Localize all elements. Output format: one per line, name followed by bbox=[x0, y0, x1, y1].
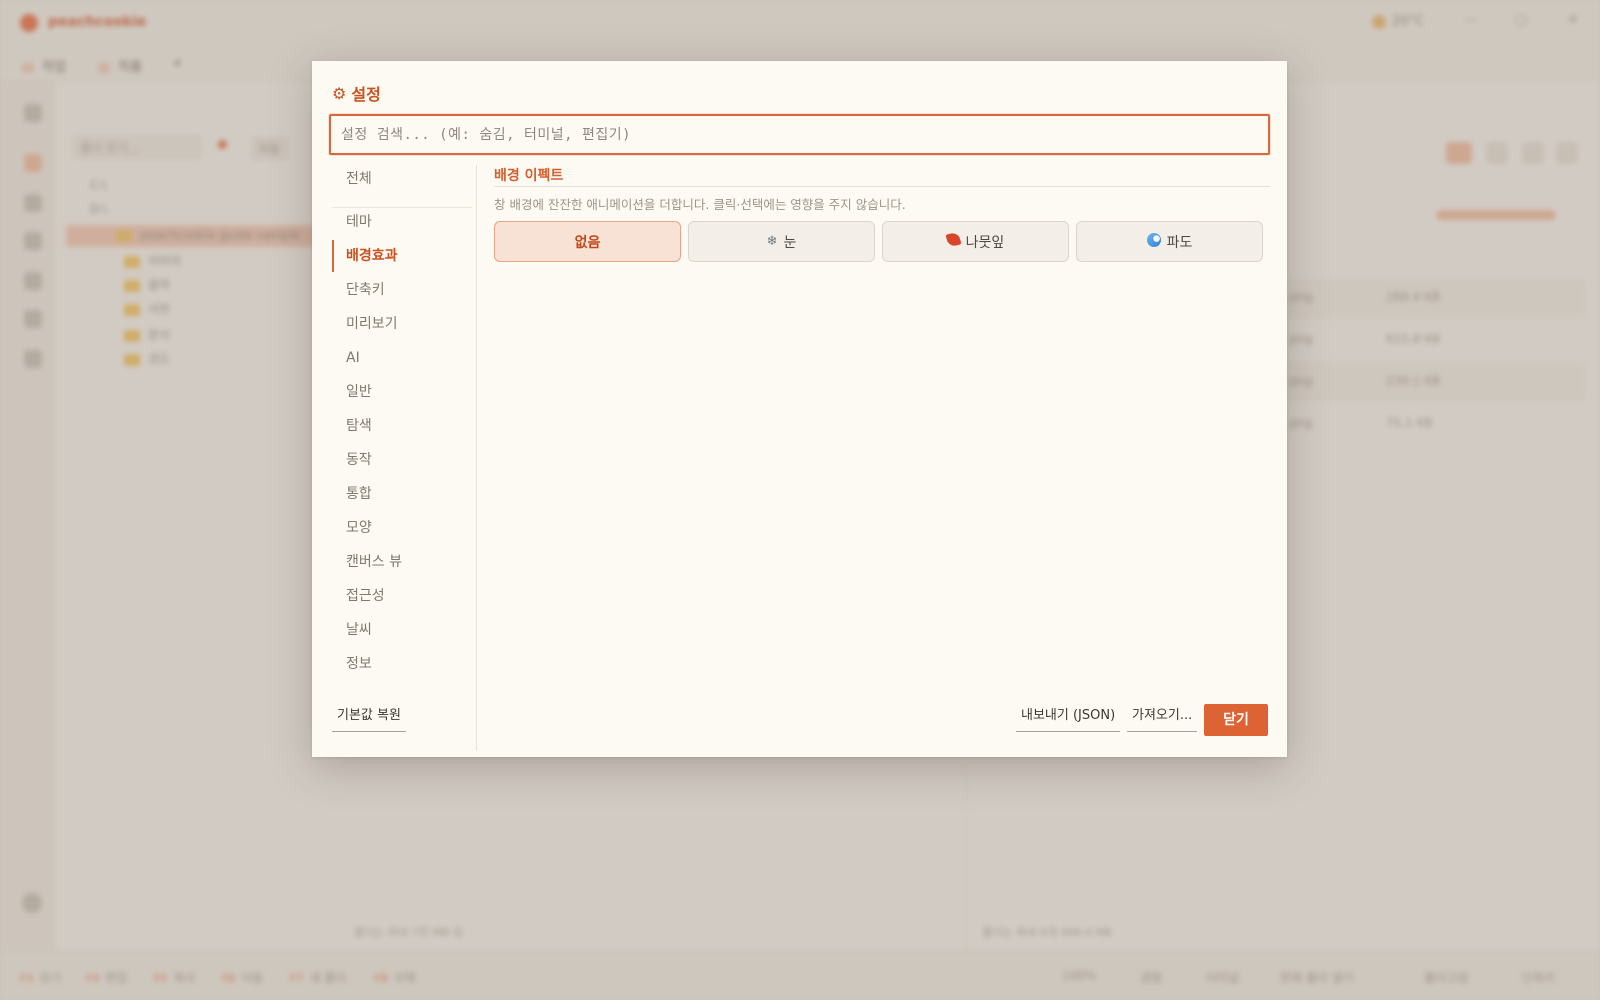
effect-option-none[interactable]: 없음 bbox=[494, 221, 681, 262]
nav-item-behavior[interactable]: 동작 bbox=[332, 446, 478, 474]
reset-defaults-button[interactable]: 기본값 복원 bbox=[332, 702, 406, 732]
settings-nav: 전체 테마 배경효과 단축키 미리보기 AI 일반 탐색 동작 통합 모양 캔버… bbox=[332, 165, 478, 751]
nav-item-general[interactable]: 일반 bbox=[332, 378, 478, 406]
leaf-icon bbox=[945, 231, 962, 248]
nav-item-appearance[interactable]: 모양 bbox=[332, 514, 478, 542]
section-divider bbox=[494, 186, 1270, 187]
import-button[interactable]: 가져오기... bbox=[1127, 702, 1198, 732]
nav-item-preview[interactable]: 미리보기 bbox=[332, 310, 478, 338]
nav-item-shortcuts[interactable]: 단축키 bbox=[332, 276, 478, 304]
settings-dialog: ⚙ 설정 전체 테마 배경효과 단축키 미리보기 AI 일반 탐색 동작 통합 … bbox=[312, 61, 1287, 757]
nav-item-theme[interactable]: 테마 bbox=[332, 208, 478, 236]
nav-item-accessibility[interactable]: 접근성 bbox=[332, 582, 478, 610]
snowflake-icon: ❄ bbox=[766, 234, 778, 249]
nav-item-navigation[interactable]: 탐색 bbox=[332, 412, 478, 440]
section-description: 창 배경에 잔잔한 애니메이션을 더합니다. 클릭·선택에는 영향을 주지 않습… bbox=[494, 197, 906, 212]
nav-item-integration[interactable]: 통합 bbox=[332, 480, 478, 508]
nav-item-canvas-view[interactable]: 캔버스 뷰 bbox=[332, 548, 478, 576]
effect-option-leaves[interactable]: 나뭇잎 bbox=[882, 221, 1069, 262]
nav-divider bbox=[476, 165, 477, 751]
nav-item-weather[interactable]: 날씨 bbox=[332, 616, 478, 644]
settings-search-input[interactable] bbox=[331, 116, 1268, 153]
section-title: 배경 이펙트 bbox=[494, 168, 564, 184]
settings-search-box bbox=[329, 114, 1270, 155]
effect-option-waves[interactable]: 파도 bbox=[1076, 221, 1263, 262]
nav-item-all[interactable]: 전체 bbox=[332, 165, 478, 193]
export-json-button[interactable]: 내보내기 (JSON) bbox=[1016, 702, 1121, 732]
dialog-title: ⚙ 설정 bbox=[332, 83, 381, 105]
gear-icon: ⚙ bbox=[332, 83, 347, 103]
close-button[interactable]: 닫기 bbox=[1204, 704, 1268, 736]
nav-item-about[interactable]: 정보 bbox=[332, 650, 478, 678]
effect-option-snow[interactable]: ❄ 눈 bbox=[688, 221, 875, 262]
nav-item-background-effects[interactable]: 배경효과 bbox=[332, 240, 478, 272]
nav-item-ai[interactable]: AI bbox=[332, 344, 478, 372]
wave-icon bbox=[1146, 232, 1161, 247]
